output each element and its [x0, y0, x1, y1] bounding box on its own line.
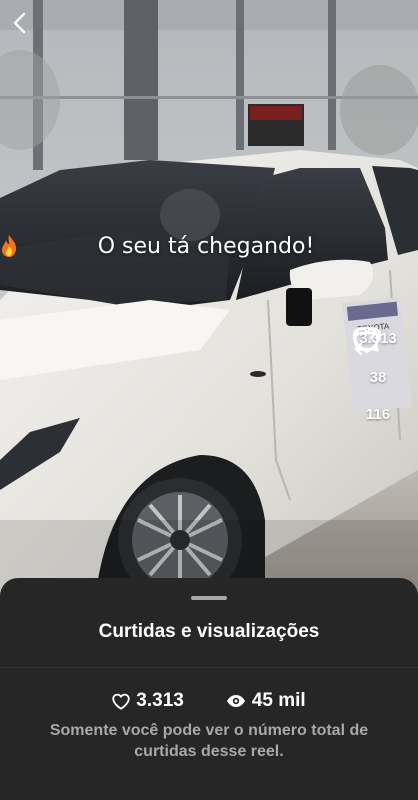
heart-icon — [112, 693, 130, 710]
comment-button[interactable]: 38 — [353, 326, 387, 386]
likes-stat: 3.313 — [112, 690, 184, 712]
likes-views-sheet: Curtidas e visualizações 3.313 45 mil So… — [0, 578, 418, 800]
sheet-title: Curtidas e visualizações — [98, 621, 320, 642]
repost-icon — [354, 326, 378, 356]
comment-count: 38 — [369, 369, 387, 386]
repost-count: 116 — [365, 406, 391, 423]
views-total: 45 mil — [251, 690, 306, 711]
reel-actions: 3.313 38 116 — [352, 326, 404, 423]
stats-row: 3.313 45 mil — [0, 690, 418, 712]
divider — [0, 667, 418, 668]
likes-total: 3.313 — [136, 690, 184, 711]
repost-button[interactable]: 116 — [354, 326, 391, 423]
chevron-left-icon — [13, 12, 26, 34]
privacy-note: Somente você pode ver o número total de … — [49, 722, 369, 760]
back-button[interactable] — [12, 12, 40, 40]
reel-video[interactable]: TOYOTA O seu tá chegando! 3.313 38 116 — [0, 0, 418, 600]
caption-text: O seu tá chegando! — [97, 234, 315, 259]
car-photo: TOYOTA — [0, 0, 418, 600]
sheet-drag-handle[interactable] — [191, 596, 227, 600]
views-stat: 45 mil — [226, 690, 306, 712]
eye-icon — [226, 695, 245, 707]
reel-caption: O seu tá chegando! — [0, 234, 418, 259]
